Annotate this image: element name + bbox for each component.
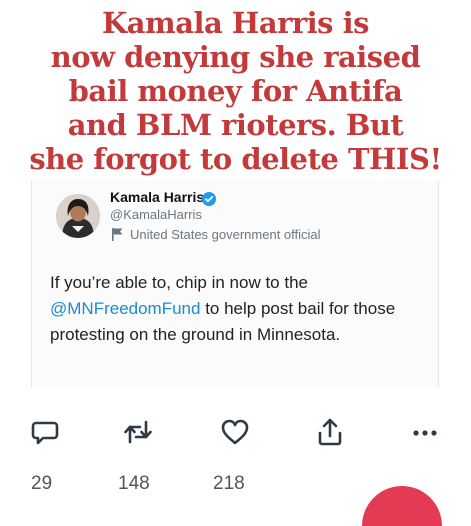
headline-line: Kamala Harris is (102, 6, 369, 40)
headline: Kamala Harris is now denying she raised … (0, 6, 471, 176)
author-handle[interactable]: @KamalaHarris (110, 207, 202, 222)
avatar-photo (56, 194, 100, 238)
like-count: 218 (213, 473, 245, 494)
like-button[interactable] (220, 417, 250, 447)
headline-line: and BLM rioters. But (67, 108, 404, 142)
more-icon (413, 430, 437, 436)
reply-count: 29 (31, 473, 53, 494)
retweet-count: 148 (118, 473, 150, 494)
mention-link[interactable]: @MNFreedomFund (50, 299, 200, 318)
verified-badge-icon (202, 192, 216, 206)
avatar[interactable] (56, 194, 100, 238)
headline-line: she forgot to delete THIS! (29, 142, 442, 176)
retweet-icon (124, 420, 152, 444)
government-official-label: United States government official (130, 227, 321, 242)
flag-icon (112, 228, 123, 241)
headline-line: bail money for Antifa (68, 74, 403, 108)
share-icon (318, 418, 342, 446)
tweet-text-start: If you’re able to, chip in now to the (50, 273, 308, 292)
retweet-button[interactable] (123, 417, 153, 447)
headline-line: now denying she raised (50, 40, 421, 74)
share-button[interactable] (315, 417, 345, 447)
author-name[interactable]: Kamala Harris (110, 189, 204, 205)
tweet-text: If you’re able to, chip in now to the @M… (50, 270, 430, 348)
floating-action-button[interactable] (362, 486, 442, 526)
comment-icon (31, 421, 59, 445)
heart-icon (221, 419, 249, 445)
more-button[interactable] (410, 417, 440, 447)
reply-button[interactable] (30, 417, 60, 447)
